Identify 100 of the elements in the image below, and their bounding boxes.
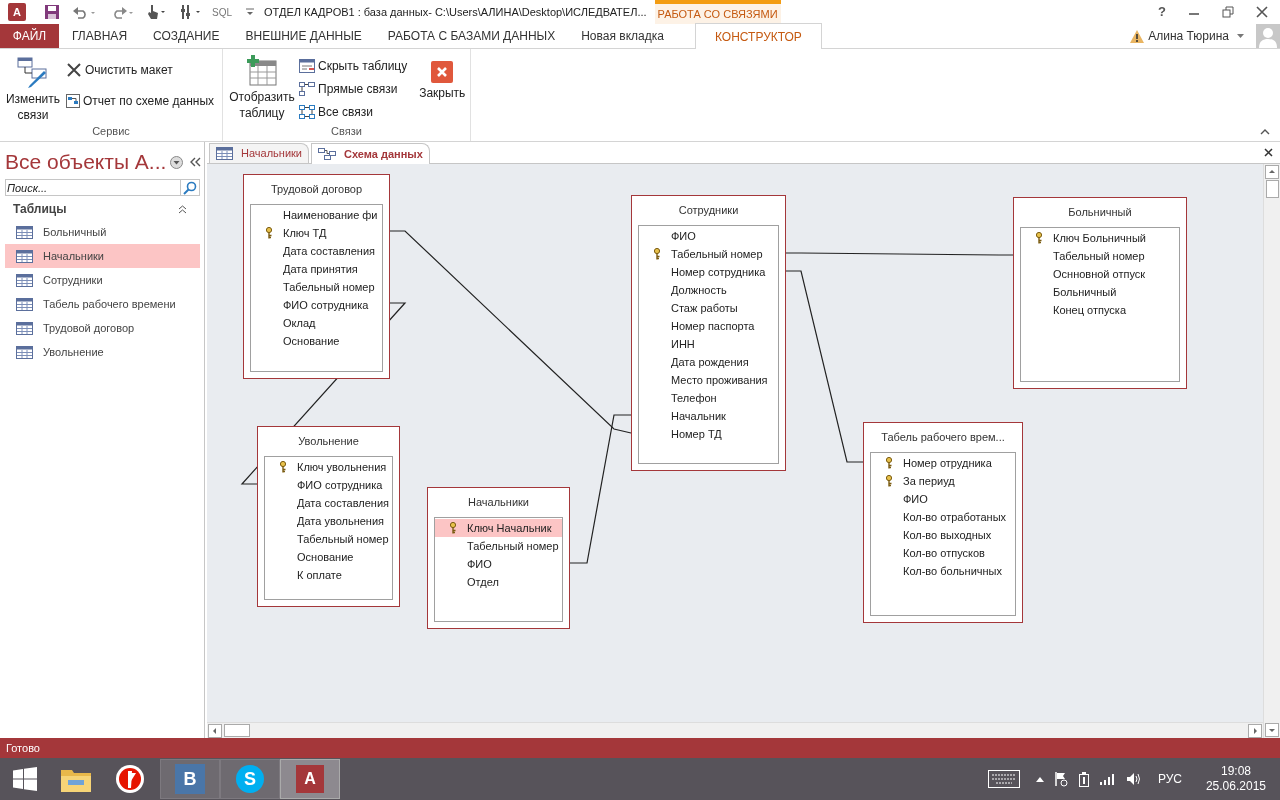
undo-icon[interactable] (72, 5, 96, 19)
search-field[interactable]: Поиск... (5, 179, 181, 196)
collapse-pane-icon[interactable] (189, 157, 202, 167)
nav-item[interactable]: Сотрудники (5, 268, 200, 292)
save-icon[interactable] (44, 4, 60, 20)
touch-mode-icon[interactable] (146, 4, 168, 20)
collapse-section-icon[interactable] (178, 204, 187, 214)
field-row[interactable]: Дата рождения (639, 353, 778, 371)
table-window[interactable]: Начальники Ключ Начальник Табельный номер ФИО Отдел (427, 487, 570, 629)
table-window[interactable]: Табель рабочего врем... Номер отрудника За периуд ФИО Кол-во отработаных Кол-во выходных Кол-во отпусков Кол-во больничных (863, 422, 1023, 623)
caret-icon[interactable] (1237, 34, 1244, 38)
language-indicator[interactable]: РУС (1157, 770, 1182, 788)
ribbon-tab[interactable]: ГЛАВНАЯ (59, 24, 141, 48)
taskbar-app[interactable]: A (280, 759, 340, 799)
field-row[interactable]: Кол-во больничных (871, 562, 1015, 580)
field-row[interactable]: Телефон (639, 389, 778, 407)
ribbon-button[interactable]: Отобразить таблицу (229, 55, 295, 123)
nav-item[interactable]: Табель рабочего времени (5, 292, 200, 316)
ribbon-button[interactable]: Все связи (299, 101, 408, 123)
scroll-down-icon[interactable] (1264, 722, 1280, 738)
table-window[interactable]: Больничный Ключ Больничный Табельный номер Оснновной отпуск Больничный Конец отпуска (1013, 197, 1187, 389)
field-row[interactable]: ФИО (435, 555, 562, 573)
field-row[interactable]: Номер паспорта (639, 317, 778, 335)
quick-access-dropdown-icon[interactable] (246, 8, 254, 16)
field-row[interactable]: Табельный номер (639, 245, 778, 263)
field-row[interactable]: Номер отрудника (871, 454, 1015, 472)
keyboard-icon[interactable] (987, 770, 1020, 788)
close-icon[interactable] (1256, 6, 1268, 18)
field-row[interactable]: Кол-во отпусков (871, 544, 1015, 562)
field-row[interactable]: Ключ Начальник (435, 519, 562, 537)
collapse-ribbon-icon[interactable] (1260, 129, 1270, 135)
show-hidden-icons-icon[interactable] (1035, 776, 1044, 782)
field-row[interactable]: Кол-во выходных (871, 526, 1015, 544)
table-window[interactable]: Сотрудники ФИО Табельный номер Номер сотрудника Должность Стаж работы Номер паспорта ИНН Дата рождения Место проживания Телефон Начальник Номер ТД (631, 195, 786, 471)
field-row[interactable]: Должность (639, 281, 778, 299)
field-row[interactable]: Дата составления (251, 242, 382, 260)
field-row[interactable]: Ключ Больничный (1021, 229, 1179, 247)
field-row[interactable]: Номер ТД (639, 425, 778, 443)
nav-item[interactable]: Трудовой договор (5, 316, 200, 340)
taskbar-app[interactable]: B (160, 759, 220, 799)
field-row[interactable]: Номер сотрудника (639, 263, 778, 281)
restore-icon[interactable] (1222, 6, 1234, 18)
field-row[interactable]: ФИО (639, 227, 778, 245)
relationship-line[interactable] (785, 252, 1014, 256)
field-row[interactable]: Больничный (1021, 283, 1179, 301)
field-row[interactable]: Табельный номер (435, 537, 562, 555)
ribbon-tab[interactable]: Новая вкладка (568, 24, 677, 48)
user-name[interactable]: Алина Тюрина (1148, 27, 1229, 45)
field-row[interactable]: Наименование фи (251, 206, 382, 224)
field-row[interactable]: ФИО (871, 490, 1015, 508)
help-button[interactable]: ? (1158, 2, 1166, 22)
nav-item[interactable]: Больничный (5, 220, 200, 244)
field-row[interactable]: Основание (265, 548, 392, 566)
ribbon-tab[interactable]: КОНСТРУКТОР (694, 23, 822, 49)
field-row[interactable]: Кол-во отработаных (871, 508, 1015, 526)
relationship-line[interactable] (785, 270, 864, 463)
ribbon-button[interactable]: Закрыть (417, 55, 468, 123)
clock-date[interactable]: 25.06.2015 (1205, 779, 1266, 794)
scroll-right-icon[interactable] (1247, 722, 1263, 739)
field-row[interactable]: Основание (251, 332, 382, 350)
field-row[interactable]: Табельный номер (265, 530, 392, 548)
field-row[interactable]: Табельный номер (1021, 247, 1179, 265)
field-row[interactable]: Отдел (435, 573, 562, 591)
ribbon-tab[interactable]: РАБОТА С БАЗАМИ ДАННЫХ (374, 24, 569, 48)
nav-item[interactable]: Начальники (5, 244, 200, 268)
ribbon-button[interactable]: Прямые связи (299, 78, 408, 100)
scrollbar-thumb[interactable] (224, 724, 250, 737)
field-row[interactable]: Дата увольнения (265, 512, 392, 530)
field-row[interactable]: Дата составления (265, 494, 392, 512)
app-icon[interactable]: A (8, 3, 26, 21)
ribbon-tab[interactable]: ВНЕШНИЕ ДАННЫЕ (232, 24, 375, 48)
document-tab[interactable]: Схема данных (311, 143, 430, 164)
field-row[interactable]: К оплате (265, 566, 392, 584)
clock-time[interactable]: 19:08 (1220, 764, 1251, 779)
field-row[interactable]: ФИО сотрудника (265, 476, 392, 494)
field-row[interactable]: Дата принятия (251, 260, 382, 278)
signal-icon[interactable] (1099, 773, 1116, 785)
horizontal-scrollbar[interactable] (207, 722, 1263, 738)
ribbon-button[interactable]: Очистить макет (66, 59, 215, 81)
dropdown-icon[interactable] (170, 155, 184, 169)
field-row[interactable]: Место проживания (639, 371, 778, 389)
flag-icon[interactable] (1053, 771, 1068, 787)
vertical-scrollbar[interactable] (1263, 164, 1280, 738)
ribbon-tab[interactable]: СОЗДАНИЕ (140, 24, 233, 48)
document-tab[interactable]: Начальники (209, 143, 309, 163)
field-row[interactable]: Табельный номер (251, 278, 382, 296)
nav-item[interactable]: Увольнение (5, 340, 200, 364)
field-row[interactable]: Ключ увольнения (265, 458, 392, 476)
ribbon-tab[interactable]: ФАЙЛ (0, 24, 59, 48)
section-header[interactable]: Таблицы (13, 200, 67, 218)
field-row[interactable]: Начальник (639, 407, 778, 425)
sql-view-button[interactable]: SQL (212, 4, 232, 20)
battery-icon[interactable] (1077, 771, 1090, 787)
relationship-line[interactable] (569, 414, 632, 564)
table-window[interactable]: Увольнение Ключ увольнения ФИО сотрудника Дата составления Дата увольнения Табельный номер Основание К оплате (257, 426, 400, 607)
ribbon-button[interactable]: Изменить связи (4, 55, 62, 123)
table-window[interactable]: Трудовой договор Наименование фи Ключ ТД Дата составления Дата принятия Табельный номер ФИО сотрудника Оклад Основание (243, 174, 390, 379)
volume-icon[interactable] (1125, 772, 1142, 786)
search-icon[interactable] (181, 179, 200, 196)
scrollbar-thumb[interactable] (1265, 180, 1279, 198)
